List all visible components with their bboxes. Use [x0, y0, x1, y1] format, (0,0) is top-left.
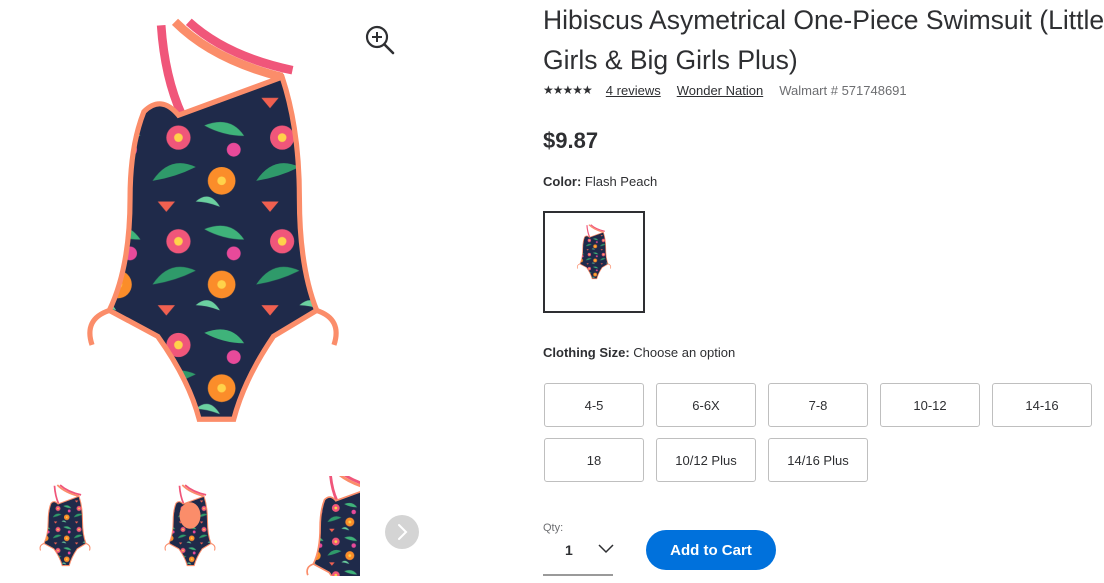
quantity-select[interactable]: 1: [543, 538, 614, 576]
color-label: Color: Flash Peach: [543, 174, 657, 189]
size-option-18[interactable]: 18: [544, 438, 644, 482]
size-option-14-16-plus[interactable]: 14/16 Plus: [768, 438, 868, 482]
chevron-right-icon: [398, 524, 408, 540]
size-label-key: Clothing Size:: [543, 345, 630, 360]
size-option-7-8[interactable]: 7-8: [768, 383, 868, 427]
size-option-10-12-plus[interactable]: 10/12 Plus: [656, 438, 756, 482]
quantity-label: Qty:: [543, 522, 564, 534]
chevron-down-icon: [598, 544, 614, 554]
price: $9.87: [543, 128, 599, 153]
product-main-image[interactable]: [28, 8, 398, 440]
thumbnail-next-button[interactable]: [385, 515, 419, 549]
color-label-value: Flash Peach: [584, 174, 658, 189]
size-option-6-6x[interactable]: 6-6X: [656, 383, 756, 427]
size-label-value: Choose an option: [633, 345, 736, 360]
brand-link[interactable]: Wonder Nation: [677, 83, 763, 98]
product-title-line-1: Hibiscus Asymetrical One-Piece Swimsuit …: [543, 5, 1104, 35]
product-title: Hibiscus Asymetrical One-Piece Swimsuit …: [543, 0, 1104, 80]
rating-stars: ★★★★★: [543, 83, 593, 97]
quantity-value: 1: [565, 542, 573, 558]
size-option-4-5[interactable]: 4-5: [544, 383, 644, 427]
color-label-key: Color:: [543, 174, 582, 189]
product-title-line-2: Girls & Big Girls Plus): [543, 45, 798, 75]
reviews-link[interactable]: 4 reviews: [606, 83, 661, 98]
thumbnail-back[interactable]: [155, 476, 225, 576]
add-to-cart-button[interactable]: Add to Cart: [646, 530, 776, 570]
color-swatch-flash-peach[interactable]: [543, 211, 645, 313]
thumbnail-detail[interactable]: [282, 476, 360, 576]
product-meta: ★★★★★ 4 reviews Wonder Nation Walmart # …: [543, 80, 907, 100]
zoom-in-icon[interactable]: [364, 24, 396, 56]
size-option-10-12[interactable]: 10-12: [880, 383, 980, 427]
thumbnail-front[interactable]: [30, 476, 100, 576]
size-option-14-16[interactable]: 14-16: [992, 383, 1092, 427]
size-label: Clothing Size: Choose an option: [543, 345, 735, 360]
sku-number: Walmart # 571748691: [779, 82, 907, 98]
